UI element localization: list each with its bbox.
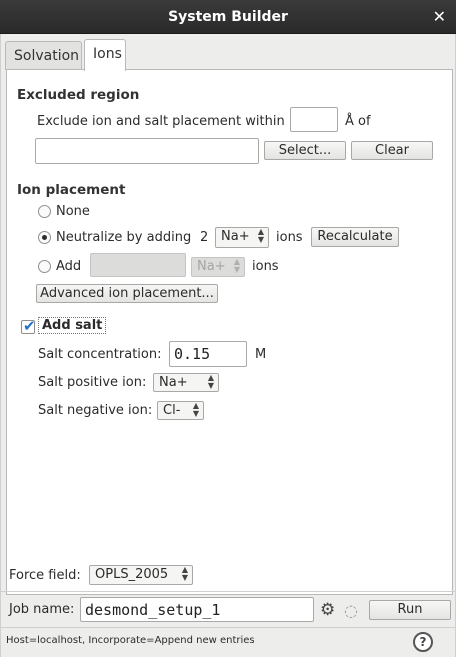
salt-positive-select[interactable]: Na+ ▲ ▼ [153,373,219,392]
add-salt-label: Add salt [38,317,107,334]
salt-negative-select[interactable]: Cl- ▲ ▼ [157,401,204,420]
add-ion-value: Na+ [197,259,226,274]
advanced-ion-placement-button[interactable]: Advanced ion placement... [36,284,218,303]
neutralize-ion-value: Na+ [221,229,250,244]
force-field-select[interactable]: OPLS_2005 ▲ ▼ [89,565,193,585]
select-button[interactable]: Select... [264,141,346,160]
exclude-selection-input[interactable] [35,138,259,164]
gear-icon[interactable]: ⚙ [320,600,335,620]
salt-negative-label: Salt negative ion: [38,403,153,418]
spin-arrows-icon: ▲ ▼ [233,257,240,274]
tab-solvation[interactable]: Solvation [5,41,82,70]
spin-arrows-icon: ▲ ▼ [181,565,188,582]
close-icon[interactable]: ✕ [433,7,446,26]
add-count-input[interactable] [90,253,186,277]
none-radio[interactable] [38,205,51,218]
salt-negative-value: Cl- [163,403,181,418]
spin-arrows-icon: ▲ ▼ [207,373,214,390]
spin-arrows-icon: ▲ ▼ [257,227,264,244]
add-salt-checkbox[interactable]: ✔ [21,317,36,335]
neutralize-ion-select[interactable]: Na+ ▲ ▼ [215,227,269,248]
window-title: System Builder [168,9,288,25]
neutralize-label: Neutralize by adding [56,230,192,245]
add-label: Add [56,259,82,274]
help-icon[interactable]: ? [413,632,433,652]
neutralize-ions-label: ions [276,230,303,245]
force-field-label: Force field: [9,568,81,583]
salt-positive-label: Salt positive ion: [38,375,147,390]
salt-concentration-label: Salt concentration: [38,347,162,362]
salt-concentration-unit: M [255,347,267,362]
status-text: Host=localhost, Incorporate=Append new e… [6,635,255,646]
dialog-body: Solvation Ions Excluded region Exclude i… [0,34,456,657]
excluded-region-heading: Excluded region [17,87,140,103]
title-bar: System Builder ✕ [0,0,456,34]
job-name-label: Job name: [9,602,75,617]
run-button[interactable]: Run [369,600,451,620]
ion-placement-heading: Ion placement [17,182,126,198]
check-icon: ✔ [23,317,36,335]
salt-positive-value: Na+ [159,375,188,390]
tab-ions[interactable]: Ions [84,39,126,71]
salt-concentration-input[interactable] [169,341,247,367]
recalculate-button[interactable]: Recalculate [311,227,399,247]
none-label: None [56,204,90,219]
add-radio[interactable] [38,260,51,273]
neutralize-count: 2 [200,230,209,245]
spin-arrows-icon: ▲ ▼ [192,401,199,418]
separator [0,627,456,628]
add-ion-select[interactable]: Na+ ▲ ▼ [191,257,245,277]
neutralize-radio[interactable] [38,231,51,244]
ions-panel: Excluded region Exclude ion and salt pla… [6,69,453,595]
exclude-distance-input[interactable] [290,107,338,132]
exclude-unit-label: Å of [345,114,371,129]
force-field-value: OPLS_2005 [95,567,169,582]
job-name-input[interactable] [80,597,314,622]
clear-button[interactable]: Clear [351,141,433,160]
exclude-prefix-label: Exclude ion and salt placement within [37,114,285,129]
separator [0,591,456,592]
spinner-icon: ◌ [344,601,358,620]
add-ions-label: ions [252,259,279,274]
